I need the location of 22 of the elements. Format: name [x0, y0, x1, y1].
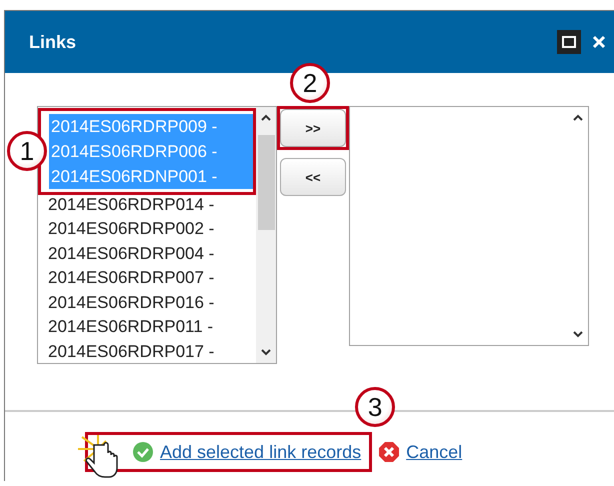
window-title: Links — [29, 32, 78, 52]
add-selected-link[interactable]: Add selected link records — [160, 442, 362, 462]
add-button[interactable]: >> — [280, 109, 346, 147]
cancel-link[interactable]: Cancel — [406, 442, 462, 462]
list-item[interactable]: 2014ES06RDRP004 - — [46, 240, 256, 266]
scroll-thumb[interactable] — [258, 135, 274, 230]
remove-button[interactable]: << — [280, 158, 346, 196]
checkmark-icon — [132, 441, 154, 463]
list-item[interactable]: 2014ES06RDRP017 - — [46, 338, 256, 363]
list-item[interactable]: 2014ES06RDRP016 - — [46, 290, 256, 314]
list-item[interactable]: 2014ES06RDRP002 - — [46, 216, 256, 241]
list-item[interactable]: 2014ES06RDRP014 - — [46, 192, 256, 216]
cancel-icon — [378, 441, 400, 463]
close-button[interactable] — [591, 34, 607, 50]
list-item[interactable]: 2014ES06RDRP011 - — [46, 314, 256, 339]
callout-number: 1 — [7, 131, 47, 171]
maximize-icon — [562, 36, 576, 48]
callout-number: 2 — [290, 63, 330, 103]
scrollbar[interactable] — [256, 107, 276, 363]
list-item[interactable]: 2014ES06RDRP007 - — [46, 265, 256, 290]
callout-number: 3 — [355, 387, 396, 427]
maximize-button[interactable] — [557, 30, 581, 54]
